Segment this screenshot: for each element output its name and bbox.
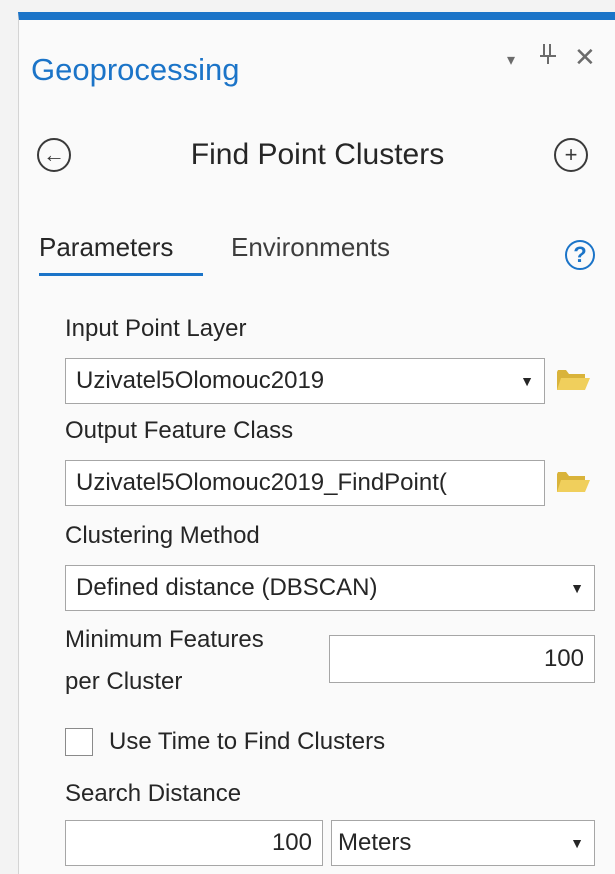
- min-features-label-line2: per Cluster: [65, 668, 183, 695]
- input-point-layer-value: Uzivatel5Olomouc2019: [76, 367, 325, 394]
- min-features-label-line1: Minimum Features: [65, 626, 264, 653]
- search-distance-value: 100: [271, 829, 312, 856]
- dropdown-arrow-icon: ▼: [520, 373, 534, 389]
- browse-folder-icon[interactable]: [555, 468, 591, 496]
- dropdown-arrow-icon: ▼: [570, 835, 584, 851]
- clustering-method-value: Defined distance (DBSCAN): [76, 574, 378, 601]
- help-icon[interactable]: ?: [565, 240, 595, 270]
- output-feature-class-input[interactable]: Uzivatel5Olomouc2019_FindPoint(: [65, 460, 545, 506]
- tool-title: Find Point Clusters: [190, 138, 445, 171]
- pin-icon[interactable]: [539, 42, 557, 73]
- search-distance-label: Search Distance: [65, 780, 242, 807]
- pin-icon-graphic: [540, 44, 556, 64]
- dropdown-arrow-icon: ▼: [570, 580, 584, 596]
- use-time-checkbox[interactable]: [65, 728, 93, 756]
- distance-unit-dropdown[interactable]: Meters ▼: [331, 820, 595, 866]
- input-point-layer-dropdown[interactable]: Uzivatel5Olomouc2019 ▼: [65, 358, 545, 404]
- browse-folder-icon[interactable]: [555, 366, 591, 394]
- output-feature-class-value: Uzivatel5Olomouc2019_FindPoint(: [76, 469, 447, 496]
- min-features-value: 100: [543, 645, 584, 672]
- input-point-layer-label: Input Point Layer: [65, 315, 247, 342]
- add-to-favorites-button[interactable]: +: [554, 138, 588, 172]
- distance-unit-value: Meters: [338, 829, 412, 856]
- geoprocessing-pane: Geoprocessing ▾ ✕ ← Find Point Clusters …: [18, 12, 615, 874]
- clustering-method-dropdown[interactable]: Defined distance (DBSCAN) ▼: [65, 565, 595, 611]
- tab-parameters[interactable]: Parameters: [39, 232, 173, 263]
- pane-title: Geoprocessing: [31, 52, 240, 87]
- plus-icon: +: [564, 142, 578, 167]
- clustering-method-label: Clustering Method: [65, 522, 260, 549]
- use-time-label: Use Time to Find Clusters: [109, 728, 386, 755]
- close-icon[interactable]: ✕: [574, 42, 596, 73]
- active-tab-indicator: [39, 273, 203, 276]
- output-feature-class-label: Output Feature Class: [65, 417, 294, 444]
- search-distance-input[interactable]: 100: [65, 820, 323, 866]
- min-features-input[interactable]: 100: [329, 635, 595, 683]
- tab-environments[interactable]: Environments: [231, 232, 390, 263]
- pane-options-chevron-icon[interactable]: ▾: [507, 50, 515, 70]
